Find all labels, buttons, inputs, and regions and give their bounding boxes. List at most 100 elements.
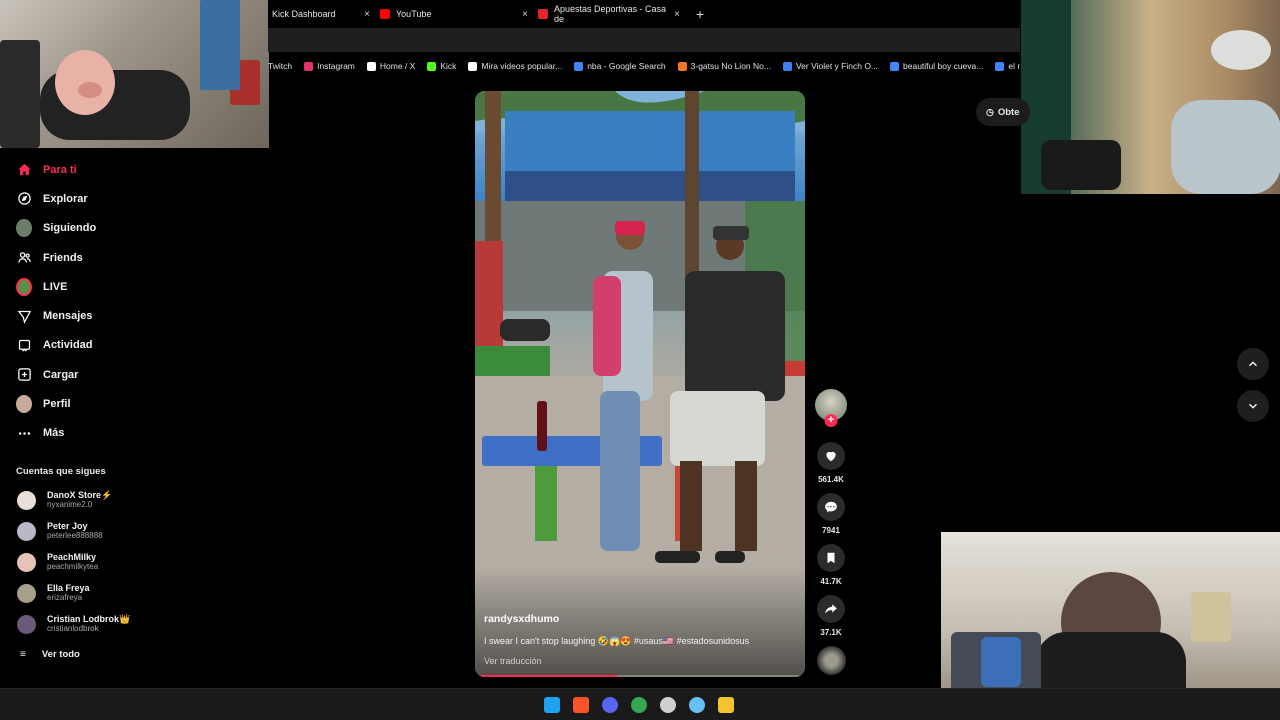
sidebar: Para ti Explorar Siguiendo Friends LIVE Mensa… <box>0 155 268 668</box>
following-avatar-icon <box>16 219 32 238</box>
live-avatar-icon <box>16 277 32 296</box>
comment-button[interactable] <box>817 493 845 521</box>
account-handle: nyxanime2.0 <box>47 500 93 510</box>
video-player[interactable]: randysxdhumo I swear I can't stop laughi… <box>475 91 805 677</box>
bookmark-icon <box>827 552 835 564</box>
video-username[interactable]: randysxdhumo <box>484 613 559 625</box>
browser-tab-apuestas[interactable]: Apuestas Deportivas - Casa de × <box>534 0 686 28</box>
sidebar-item-label: Para ti <box>43 163 77 176</box>
discord-icon[interactable] <box>602 697 618 713</box>
bookmark-label: Ver Violet y Finch O... <box>795 61 879 71</box>
like-button[interactable] <box>817 442 845 470</box>
steam-icon[interactable] <box>689 697 705 713</box>
home-icon <box>16 162 32 178</box>
see-translation-link[interactable]: Ver traducción <box>484 656 542 666</box>
browser-tab-youtube[interactable]: YouTube × <box>376 0 534 28</box>
bookmarks-bar: Twitch Instagram Home / X Kick Mira videos p… <box>268 56 1020 76</box>
bookmark-item[interactable]: 3-gatsu No Lion No... <box>677 61 771 71</box>
account-handle: peterlee888888 <box>47 531 103 541</box>
chevron-down-icon <box>1249 403 1257 409</box>
app-icon[interactable] <box>718 697 734 713</box>
bookmark-item[interactable]: nba - Google Search <box>574 61 666 71</box>
tab-label: YouTube <box>396 9 432 19</box>
tab-close-icon[interactable]: × <box>364 9 370 20</box>
creator-avatar[interactable]: + <box>815 389 847 427</box>
bookmark-item[interactable]: Home / X <box>366 61 415 71</box>
bookmark-item[interactable]: Twitch <box>268 61 292 71</box>
google-icon <box>890 61 900 71</box>
avatar <box>17 614 36 634</box>
new-tab-button[interactable]: + <box>696 6 704 22</box>
sidebar-item-m-s[interactable]: Más <box>0 419 268 448</box>
bookmark-item[interactable]: Instagram <box>304 61 355 71</box>
bookmark-label: Mira videos popular... <box>481 61 563 71</box>
webcam-top-left <box>0 0 269 148</box>
share-count: 37.1K <box>820 628 842 637</box>
bookmark-item[interactable]: el mundo <box>995 61 1020 71</box>
sidebar-item-label: Friends <box>43 251 83 264</box>
browser-tab-kick[interactable]: Kick Dashboard × <box>268 0 376 28</box>
sidebar-item-live[interactable]: LIVE <box>0 272 268 301</box>
friends-icon <box>16 250 32 266</box>
sidebar-item-mensajes[interactable]: Mensajes <box>0 301 268 330</box>
following-section-title: Cuentas que sigues <box>16 465 106 477</box>
like-count: 561.4K <box>818 475 844 484</box>
video-caption: I swear I can't stop laughing 🤣😱😍 #usaus… <box>484 636 750 646</box>
sidebar-item-para-ti[interactable]: Para ti <box>0 155 268 184</box>
get-app-label: Obte <box>997 106 1020 118</box>
bookmark-item[interactable]: beautiful boy cueva... <box>890 61 983 71</box>
obs-icon[interactable] <box>660 697 676 713</box>
comment-count: 7941 <box>822 526 840 535</box>
send-icon <box>16 308 32 324</box>
tab-label: Apuestas Deportivas - Casa de <box>553 4 667 24</box>
chrome-icon[interactable] <box>631 697 647 713</box>
bookmark-item[interactable]: Kick <box>427 61 456 71</box>
avatar <box>17 521 36 541</box>
brave-icon[interactable] <box>573 697 589 713</box>
tab-close-icon[interactable]: × <box>674 9 680 20</box>
see-all-button[interactable]: ≡ Ver todo <box>0 642 268 668</box>
webcam-top-right <box>1021 0 1280 194</box>
get-app-button[interactable]: ◷ Obte <box>976 98 1030 126</box>
sidebar-item-actividad[interactable]: Actividad <box>0 331 268 360</box>
music-disc-icon[interactable] <box>816 646 846 675</box>
video-progress-fill <box>475 675 617 677</box>
bookmark-label: Instagram <box>317 61 355 71</box>
account-handle: cristianlodbrok <box>47 624 99 634</box>
sidebar-item-label: Perfil <box>43 398 71 411</box>
share-button[interactable] <box>817 595 845 623</box>
follow-plus-icon[interactable]: + <box>824 414 838 427</box>
followed-account[interactable]: Cristian Lodbrok👑 cristianlodbrok <box>0 609 268 640</box>
save-button[interactable] <box>817 544 845 572</box>
sidebar-item-cargar[interactable]: Cargar <box>0 360 268 389</box>
tab-label: Kick Dashboard <box>272 9 336 19</box>
bookmark-item[interactable]: Ver Violet y Finch O... <box>782 61 879 71</box>
followed-account[interactable]: Peter Joy peterlee888888 <box>0 516 268 547</box>
next-video-button[interactable] <box>1237 390 1269 422</box>
followed-account[interactable]: PeachMilky peachmilkytea <box>0 547 268 578</box>
site-icon <box>782 61 792 71</box>
account-name: Ella Freya <box>47 583 90 594</box>
bookmark-label: Kick <box>440 61 457 71</box>
address-bar[interactable] <box>268 28 1020 52</box>
sidebar-item-perfil[interactable]: Perfil <box>0 389 268 418</box>
youtube-icon <box>380 9 390 19</box>
account-handle: erizafreya <box>47 593 83 603</box>
list-icon: ≡ <box>20 649 26 661</box>
sidebar-item-siguiendo[interactable]: Siguiendo <box>0 214 268 243</box>
video-progress-bar[interactable] <box>475 675 805 677</box>
followed-account[interactable]: Ella Freya erizafreya <box>0 578 268 609</box>
windows-start-icon[interactable] <box>544 697 560 713</box>
previous-video-button[interactable] <box>1237 348 1269 380</box>
tab-close-icon[interactable]: × <box>522 9 528 20</box>
sidebar-item-explorar[interactable]: Explorar <box>0 184 268 213</box>
followed-account[interactable]: DanoX Store⚡ nyxanime2.0 <box>0 485 268 516</box>
bookmark-item[interactable]: Mira videos popular... <box>468 61 562 71</box>
account-handle: peachmilkytea <box>47 562 99 572</box>
clock-icon: ◷ <box>986 106 994 117</box>
compass-icon <box>16 191 32 207</box>
sidebar-item-friends[interactable]: Friends <box>0 243 268 272</box>
avatar <box>17 583 36 603</box>
avatar <box>17 490 36 510</box>
account-name: DanoX Store⚡ <box>47 490 113 501</box>
